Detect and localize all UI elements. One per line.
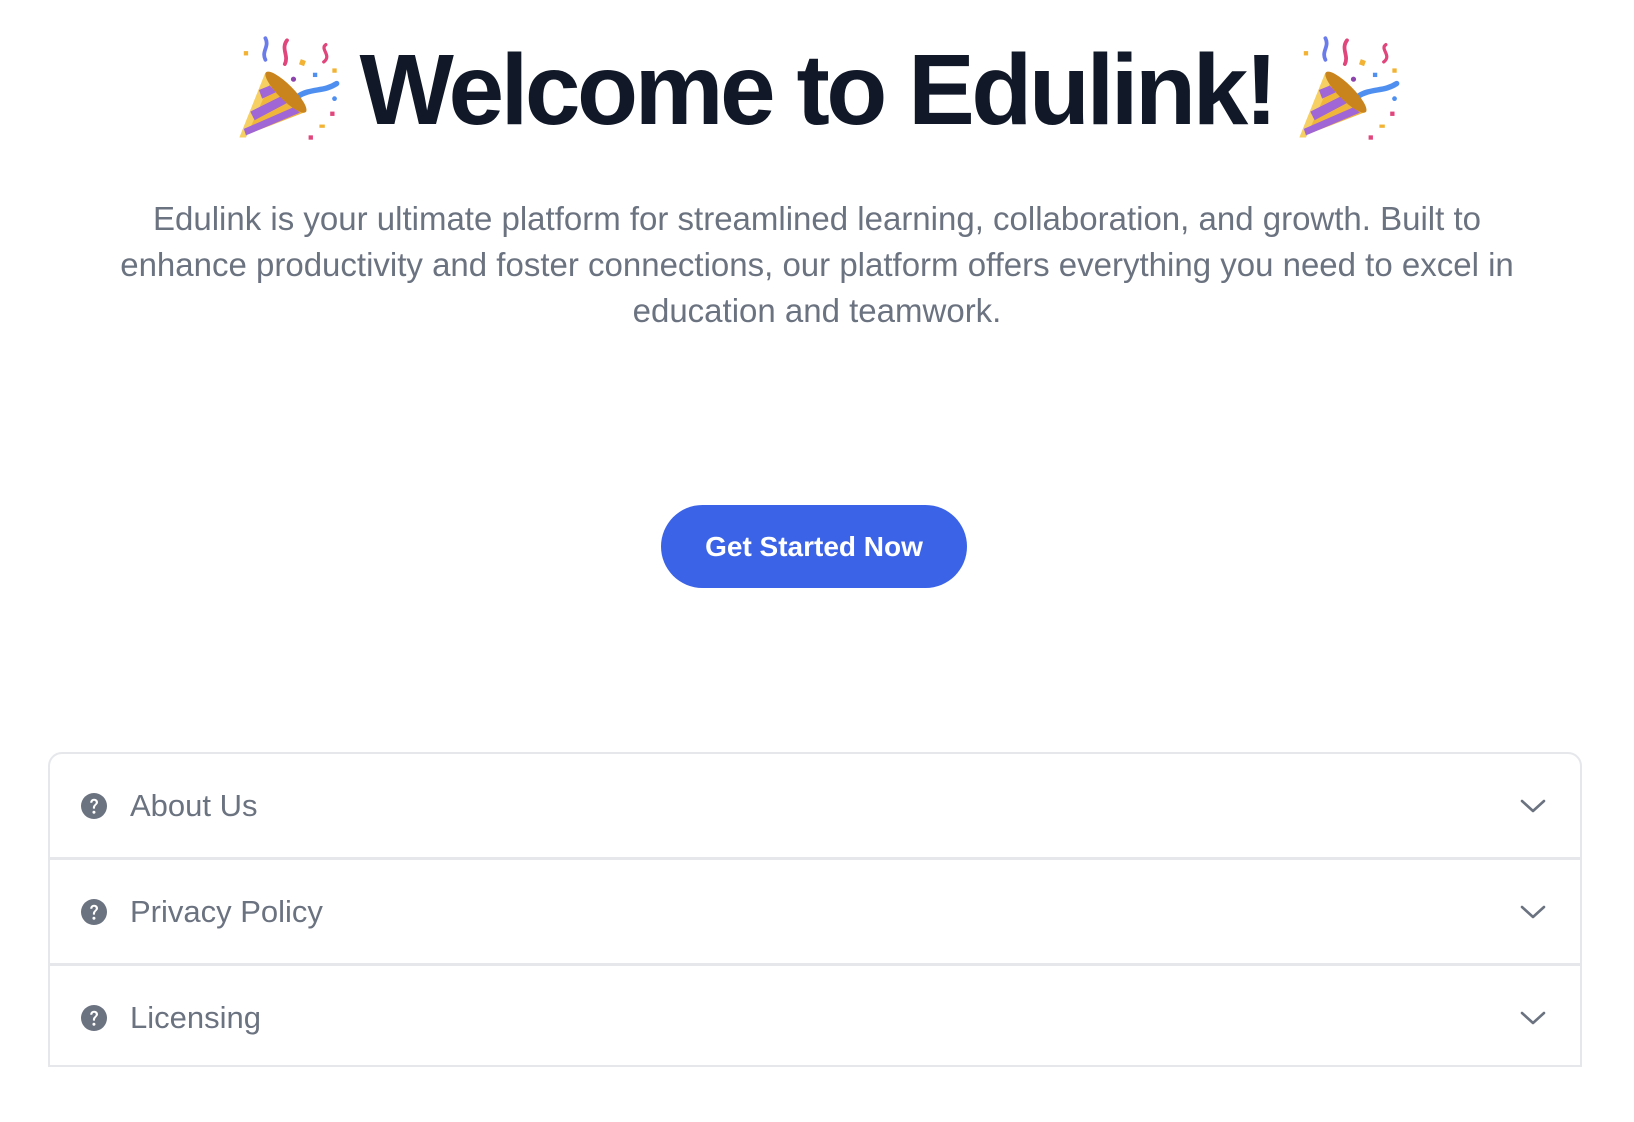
page-title: Welcome to Edulink! xyxy=(359,34,1278,146)
get-started-button[interactable]: Get Started Now xyxy=(661,505,967,588)
chevron-down-icon[interactable] xyxy=(1520,1010,1546,1026)
faq-accordion: About Us Privacy Policy Licensing xyxy=(48,752,1582,1067)
question-circle-icon xyxy=(80,792,108,820)
party-popper-icon xyxy=(233,36,341,144)
question-circle-icon xyxy=(80,1004,108,1032)
accordion-item-privacy-policy[interactable]: Privacy Policy xyxy=(50,860,1580,963)
chevron-down-icon[interactable] xyxy=(1520,904,1546,920)
hero-description: Edulink is your ultimate platform for st… xyxy=(120,200,1514,329)
accordion-item-label: Licensing xyxy=(130,999,261,1035)
accordion-item-about-us[interactable]: About Us xyxy=(50,754,1580,857)
hero-title-row: Welcome to Edulink! xyxy=(0,30,1634,150)
accordion-item-label: About Us xyxy=(130,787,258,823)
accordion-item-licensing[interactable]: Licensing xyxy=(50,966,1580,1065)
party-popper-icon xyxy=(1293,36,1401,144)
question-circle-icon xyxy=(80,898,108,926)
accordion-item-label: Privacy Policy xyxy=(130,893,323,929)
chevron-down-icon[interactable] xyxy=(1520,798,1546,814)
